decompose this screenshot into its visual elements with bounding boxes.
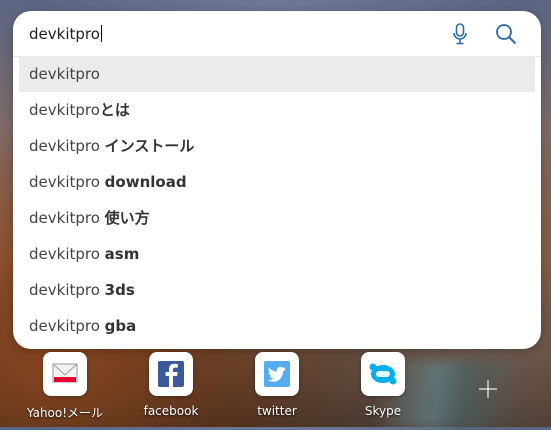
suggestion-suffix: 3ds	[104, 281, 135, 299]
suggestion-prefix: devkitpro	[29, 173, 105, 191]
suggestion-prefix: devkitpro	[29, 281, 105, 299]
suggestion-item[interactable]: devkitpro インストール	[19, 128, 535, 164]
tile-label: facebook	[143, 404, 199, 418]
tile-label: Skype	[364, 404, 402, 418]
suggestion-item[interactable]: devkitpro asm	[19, 236, 535, 272]
suggestion-suffix: asm	[104, 245, 140, 263]
suggestion-suffix: gba	[104, 317, 137, 335]
suggestion-prefix: devkitpro	[29, 317, 105, 335]
tile-yahoo-mail[interactable]: Yahoo!メール	[20, 352, 110, 422]
plus-icon[interactable]	[476, 377, 500, 401]
search-input-value: devkitpro	[29, 25, 100, 43]
suggestion-item[interactable]: devkitpro 3ds	[19, 272, 535, 308]
suggestion-suffix: とは	[99, 101, 130, 119]
search-panel: devkitpro devkitpro devkitproとは devkitpr…	[13, 11, 541, 349]
suggestion-item[interactable]: devkitpro download	[19, 164, 535, 200]
suggestion-item[interactable]: devkitpro 使い方	[19, 200, 535, 236]
suggestion-prefix: devkitpro	[29, 65, 100, 83]
tile-twitter[interactable]: twitter	[232, 352, 322, 422]
suggestion-prefix: devkitpro	[29, 245, 105, 263]
suggestion-prefix: devkitpro	[29, 101, 100, 119]
tile-label: Yahoo!メール	[26, 406, 104, 420]
suggestion-suffix: download	[104, 173, 187, 191]
text-caret	[100, 25, 102, 42]
suggestion-item[interactable]: devkitpro gba	[19, 308, 535, 344]
search-input[interactable]: devkitpro	[29, 25, 102, 43]
yahoo-mail-icon	[43, 352, 87, 396]
tile-skype[interactable]: Skype	[338, 352, 428, 422]
twitter-icon	[255, 352, 299, 396]
tile-facebook[interactable]: facebook	[126, 352, 216, 422]
skype-icon	[361, 352, 405, 396]
suggestion-suffix: 使い方	[104, 209, 150, 227]
suggestion-list: devkitpro devkitproとは devkitpro インストール d…	[19, 56, 535, 344]
search-icon[interactable]	[495, 23, 517, 45]
microphone-icon[interactable]	[452, 23, 468, 45]
suggestion-prefix: devkitpro	[29, 209, 105, 227]
tile-label: twitter	[257, 404, 297, 418]
suggestion-item[interactable]: devkitproとは	[19, 92, 535, 128]
suggestion-item[interactable]: devkitpro	[19, 56, 535, 92]
search-bar[interactable]: devkitpro	[13, 11, 541, 57]
suggestion-suffix: インストール	[104, 137, 195, 155]
suggestion-prefix: devkitpro	[29, 137, 105, 155]
facebook-icon	[149, 352, 193, 396]
